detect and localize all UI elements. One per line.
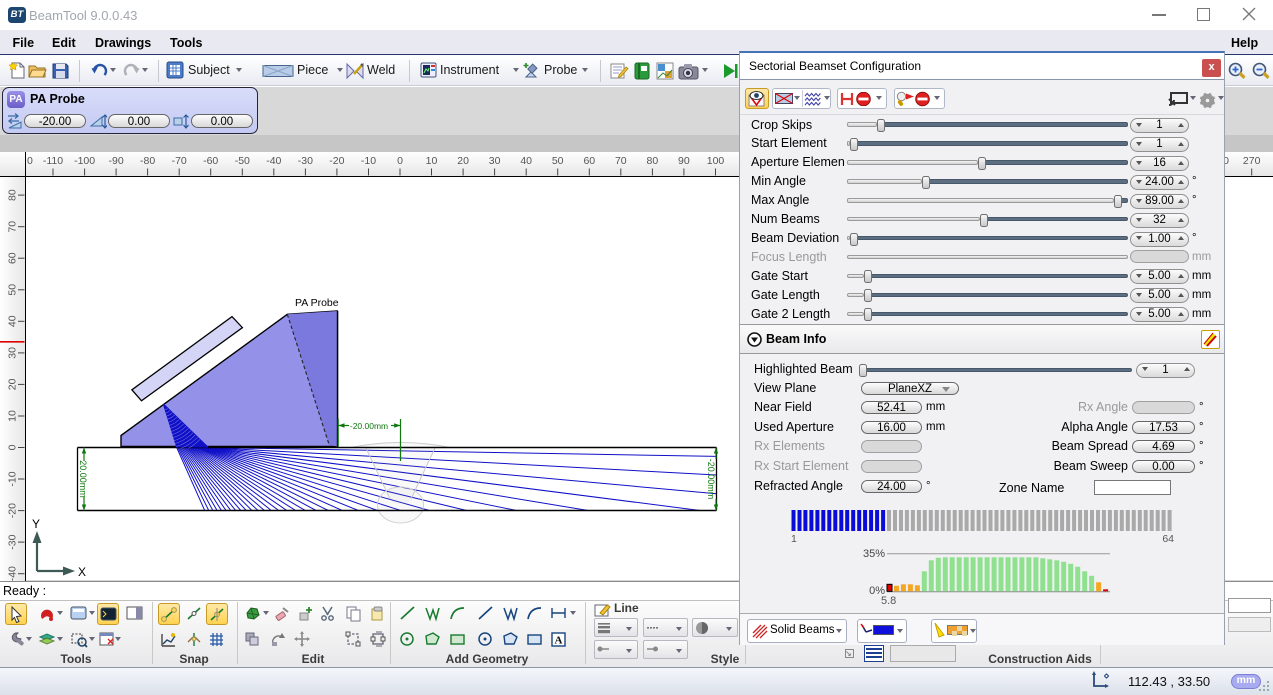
svg-text:-30: -30 (7, 534, 19, 549)
svg-text:-110: -110 (43, 155, 63, 167)
svg-text:X: X (78, 565, 86, 579)
svg-text:Y: Y (32, 517, 40, 531)
svg-text:30: 30 (489, 155, 501, 167)
svg-text:-80: -80 (140, 155, 155, 167)
svg-text:-60: -60 (203, 155, 218, 167)
svg-text:10: 10 (426, 155, 438, 167)
svg-text:20: 20 (7, 378, 19, 390)
svg-text:0: 0 (397, 155, 403, 167)
svg-text:40: 40 (7, 315, 19, 327)
svg-text:-20.00mm: -20.00mm (706, 459, 716, 500)
svg-text:40: 40 (520, 155, 532, 167)
svg-text:-10: -10 (7, 471, 19, 486)
svg-text:-50: -50 (235, 155, 250, 167)
svg-text:-40: -40 (266, 155, 281, 167)
svg-text:-100: -100 (74, 155, 95, 167)
svg-text:20.00mm: 20.00mm (78, 460, 88, 498)
svg-text:100: 100 (707, 155, 725, 167)
svg-text:-20: -20 (329, 155, 344, 167)
svg-text:-40: -40 (7, 566, 19, 581)
svg-text:0: 0 (7, 444, 19, 450)
svg-text:-90: -90 (109, 155, 124, 167)
svg-text:10: 10 (7, 410, 19, 422)
svg-text:90: 90 (678, 155, 690, 167)
svg-text:-20.00mm: -20.00mm (350, 421, 388, 431)
svg-text:50: 50 (552, 155, 564, 167)
svg-text:30: 30 (7, 347, 19, 359)
svg-text:50: 50 (7, 284, 19, 296)
svg-text:-30: -30 (298, 155, 313, 167)
svg-text:60: 60 (583, 155, 595, 167)
svg-text:-10: -10 (361, 155, 376, 167)
svg-text:80: 80 (647, 155, 659, 167)
svg-text:20: 20 (457, 155, 469, 167)
svg-text:70: 70 (7, 221, 19, 233)
svg-text:60: 60 (7, 252, 19, 264)
svg-text:-20: -20 (7, 503, 19, 518)
svg-text:PA Probe: PA Probe (295, 297, 339, 309)
svg-text:-70: -70 (172, 155, 187, 167)
svg-text:0: 0 (27, 155, 33, 167)
svg-text:80: 80 (7, 189, 19, 201)
svg-text:270: 270 (1243, 155, 1261, 167)
svg-text:70: 70 (615, 155, 627, 167)
